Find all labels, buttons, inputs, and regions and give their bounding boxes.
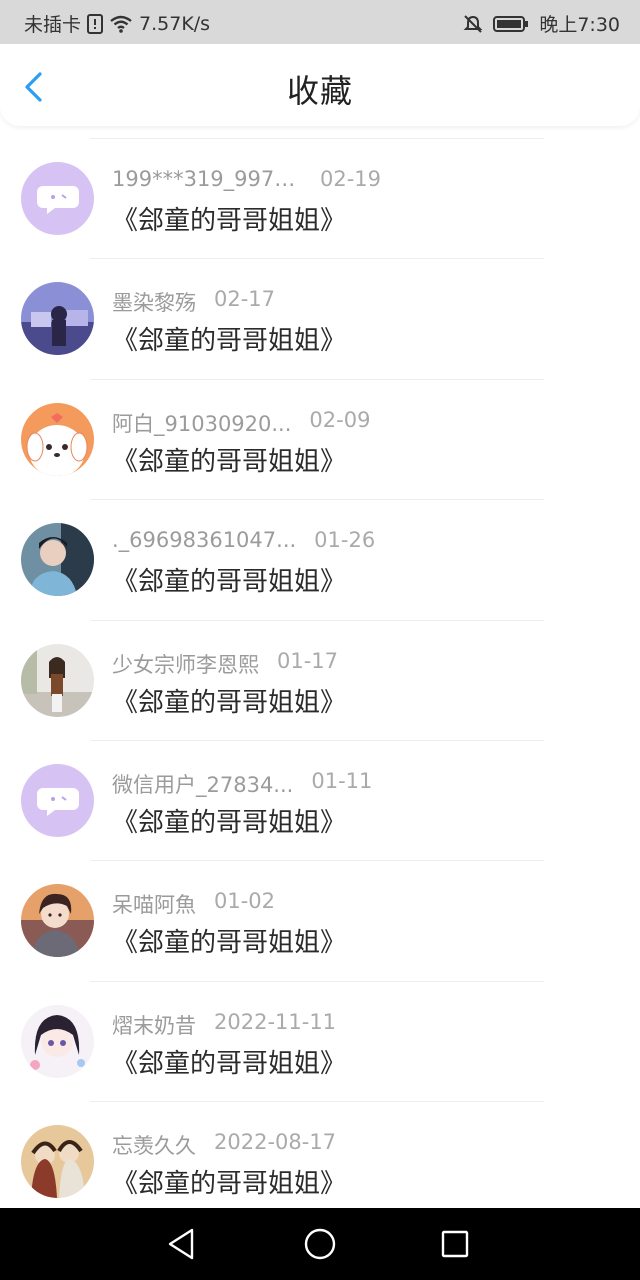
home-circle-icon[interactable] <box>302 1226 338 1262</box>
status-bar: 未插卡 7.57K/s 晚上7:30 <box>0 0 640 44</box>
work-title: 《郐童的哥哥姐姐》 <box>112 807 347 838</box>
date: 02-17 <box>214 287 276 312</box>
username: 墨染黎殇 <box>112 291 196 316</box>
date: 01-11 <box>311 768 373 793</box>
work-title: 《郐童的哥哥姐姐》 <box>112 446 347 477</box>
clock: 晚上7:30 <box>539 14 620 36</box>
work-title: 《郐童的哥哥姐姐》 <box>112 1169 347 1200</box>
list-item[interactable]: 呆喵阿魚 01-02 《郐童的哥哥姐姐》 <box>0 860 640 980</box>
work-title: 《郐童的哥哥姐姐》 <box>112 206 347 236</box>
page-title: 收藏 <box>286 72 353 110</box>
date: 02-09 <box>309 407 371 432</box>
username: 忘羡久久 <box>112 1134 196 1159</box>
photo-avatar-icon <box>21 282 94 356</box>
date: 2022-11-11 <box>214 1009 337 1034</box>
recents-square-icon[interactable] <box>437 1226 473 1262</box>
mute-bell-icon <box>463 14 483 34</box>
default-chat-avatar-icon <box>21 162 94 235</box>
carrier-label: 未插卡 <box>24 14 82 36</box>
username: 阿白_91030920... <box>112 411 292 436</box>
list-item[interactable]: 墨染黎殇 02-17 《郐童的哥哥姐姐》 <box>0 258 640 378</box>
date: 02-19 <box>320 167 382 191</box>
work-title: 《郐童的哥哥姐姐》 <box>112 567 347 598</box>
list-item[interactable]: 199***319_9972... 02-19 《郐童的哥哥姐姐》 <box>0 138 640 258</box>
cartoon-dog-avatar-icon <box>21 402 94 476</box>
username: 熠末奶昔 <box>112 1013 196 1038</box>
illustration-avatar-icon <box>21 1125 94 1199</box>
username: 呆喵阿魚 <box>112 893 196 918</box>
work-title: 《郐童的哥哥姐姐》 <box>112 687 347 718</box>
photo-avatar-icon <box>21 523 94 597</box>
back-triangle-icon[interactable] <box>164 1226 200 1262</box>
username: 微信用户_27834... <box>112 772 294 797</box>
list-item[interactable]: 阿白_91030920... 02-09 《郐童的哥哥姐姐》 <box>0 378 640 499</box>
network-speed: 7.57K/s <box>139 12 211 35</box>
username: ._69698361047... <box>112 528 297 553</box>
list-item[interactable]: 忘羡久久 2022-08-17 《郐童的哥哥姐姐》 <box>0 1101 640 1221</box>
battery-icon <box>493 15 529 33</box>
anime-avatar-icon <box>21 1004 94 1078</box>
date: 01-26 <box>314 528 376 553</box>
wifi-icon <box>109 15 133 33</box>
date: 01-02 <box>214 889 276 914</box>
list-item[interactable]: 少女宗师李恩熙 01-17 《郐童的哥哥姐姐》 <box>0 619 640 740</box>
work-title: 《郐童的哥哥姐姐》 <box>112 1048 347 1079</box>
work-title: 《郐童的哥哥姐姐》 <box>112 326 347 357</box>
list-item[interactable]: 微信用户_27834... 01-11 《郐童的哥哥姐姐》 <box>0 739 640 860</box>
username: 少女宗师李恩熙 <box>112 652 259 677</box>
sim-alert-icon <box>87 13 104 34</box>
list-item[interactable]: ._69698361047... 01-26 《郐童的哥哥姐姐》 <box>0 499 640 619</box>
username: 199***319_9972... <box>112 167 302 191</box>
default-chat-avatar-icon <box>21 763 94 837</box>
anime-avatar-icon <box>21 884 94 958</box>
work-title: 《郐童的哥哥姐姐》 <box>112 928 347 959</box>
date: 01-17 <box>277 648 339 673</box>
date: 2022-08-17 <box>214 1130 337 1155</box>
photo-avatar-icon <box>21 643 94 717</box>
list-item[interactable]: 熠末奶昔 2022-11-11 《郐童的哥哥姐姐》 <box>0 980 640 1101</box>
favorites-list: 199***319_9972... 02-19 《郐童的哥哥姐姐》 墨染黎殇 02-… <box>0 138 640 1222</box>
nav-header: 收藏 <box>0 44 640 126</box>
system-nav-bar <box>0 1208 640 1280</box>
